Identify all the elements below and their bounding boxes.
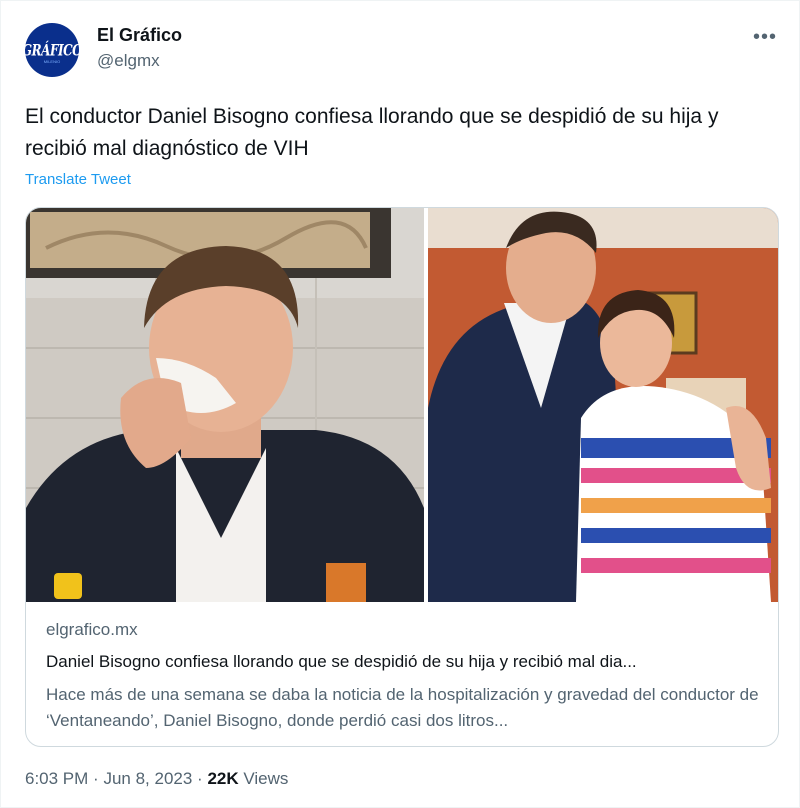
tweet-meta: 6:03 PM · Jun 8, 2023 · 22K Views bbox=[25, 769, 288, 789]
views-label: Views bbox=[243, 769, 289, 788]
tweet-text: El conductor Daniel Bisogno confiesa llo… bbox=[25, 105, 719, 160]
translate-tweet-link[interactable]: Translate Tweet bbox=[25, 171, 131, 188]
link-card[interactable]: elgrafico.mx Daniel Bisogno confiesa llo… bbox=[25, 207, 779, 747]
card-description: Hace más de una semana se daba la notici… bbox=[46, 685, 759, 730]
meta-separator: · bbox=[93, 769, 99, 788]
meta-separator: · bbox=[197, 769, 203, 788]
card-image[interactable] bbox=[26, 208, 778, 602]
card-domain: elgrafico.mx bbox=[46, 620, 138, 639]
right-photo bbox=[428, 208, 778, 602]
views-count[interactable]: 22K bbox=[207, 769, 238, 788]
author-name[interactable]: El Gráfico bbox=[97, 25, 182, 46]
more-button[interactable]: ••• bbox=[749, 23, 781, 51]
more-horizontal-icon: ••• bbox=[752, 25, 777, 48]
tweet-date[interactable]: Jun 8, 2023 bbox=[103, 769, 192, 788]
avatar-logo-text: GRÁFICO bbox=[25, 40, 79, 60]
card-title: Daniel Bisogno confiesa llorando que se … bbox=[46, 652, 637, 671]
left-photo bbox=[26, 208, 424, 602]
tweet: GRÁFICO MILENIO El Gráfico @elgmx ••• El… bbox=[0, 0, 800, 808]
tweet-time[interactable]: 6:03 PM bbox=[25, 769, 88, 788]
card-photo-collage bbox=[26, 208, 778, 602]
avatar-logo-subtext: MILENIO bbox=[43, 59, 61, 64]
avatar[interactable]: GRÁFICO MILENIO bbox=[25, 23, 79, 77]
author-handle[interactable]: @elgmx bbox=[97, 51, 160, 71]
